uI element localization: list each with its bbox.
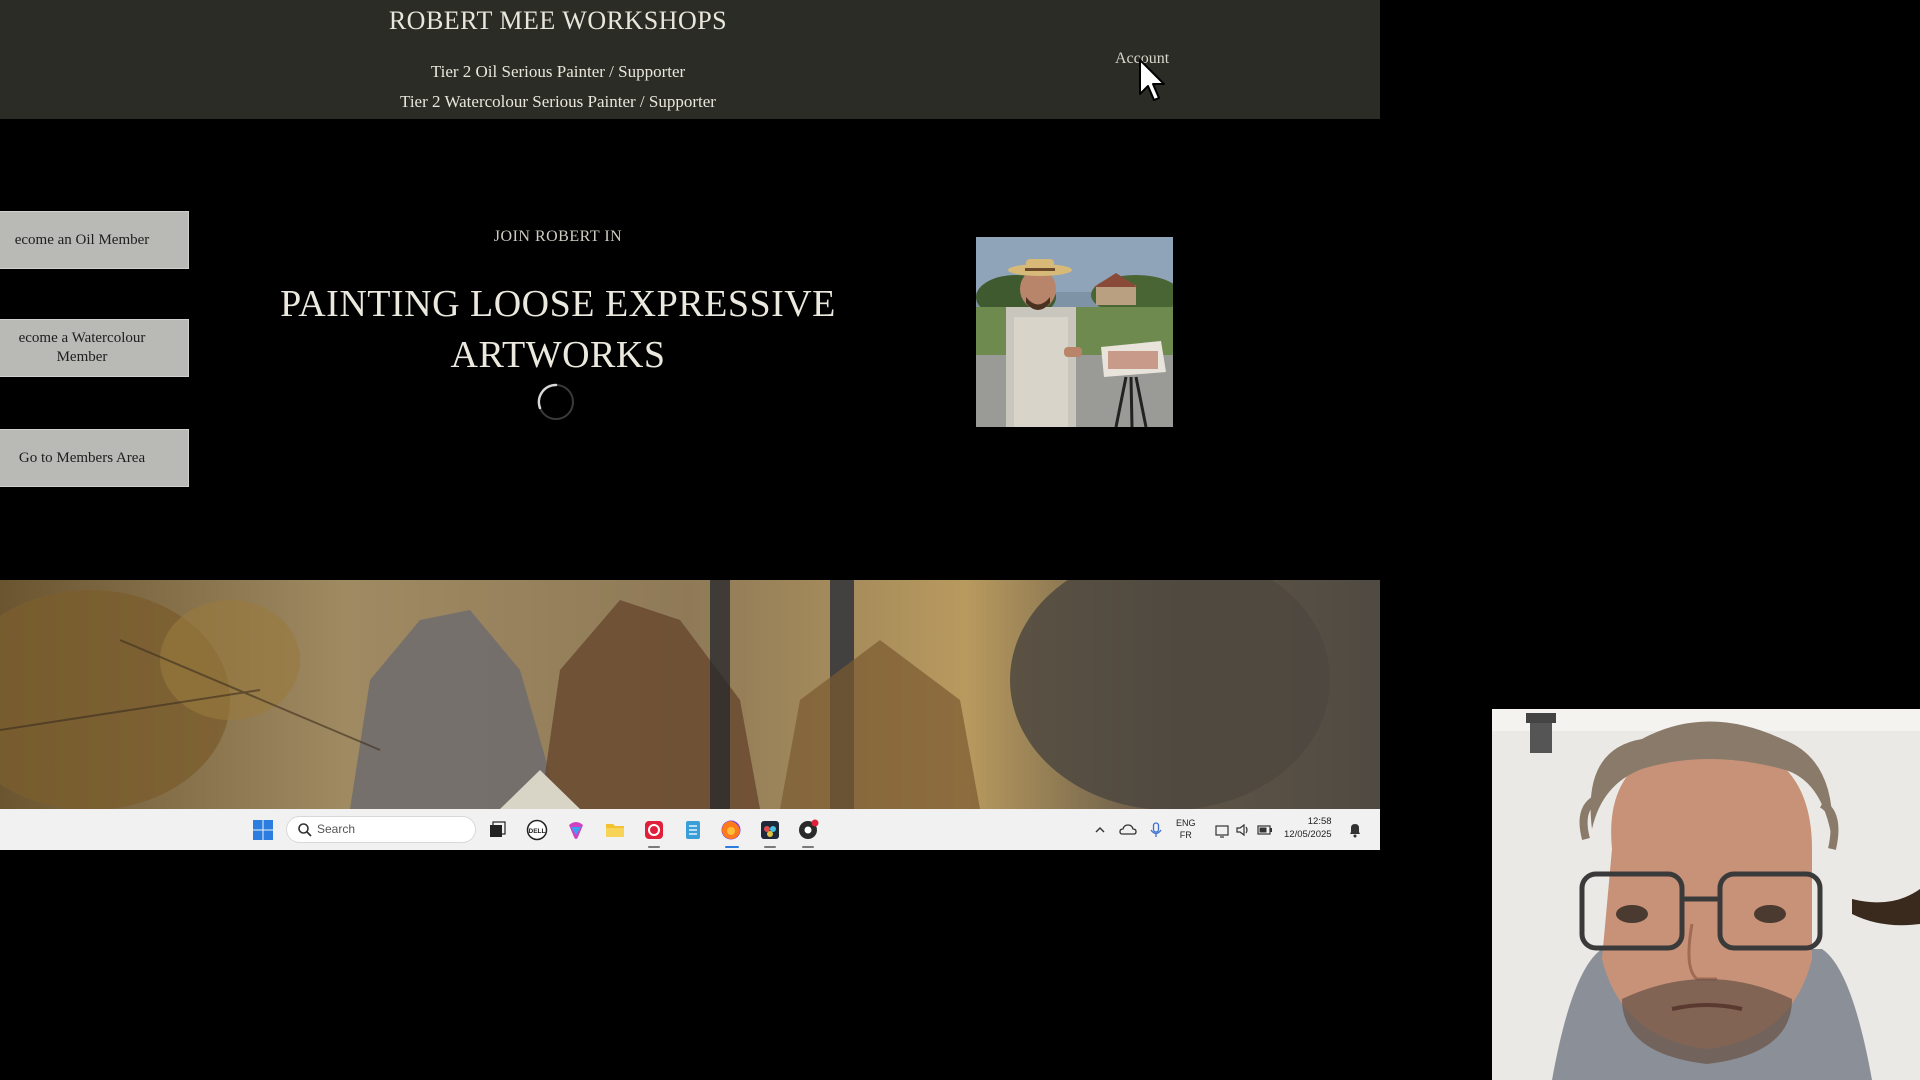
media-app-icon[interactable] xyxy=(643,819,665,841)
davinci-resolve-icon[interactable] xyxy=(759,819,781,841)
volume-icon[interactable] xyxy=(1235,819,1251,841)
task-view-icon[interactable] xyxy=(486,819,508,841)
windows-taskbar: Search DELL ENG FR 12:58 12/05/2025 xyxy=(0,809,1380,850)
davinci-running-indicator xyxy=(764,846,776,848)
members-area-button[interactable]: Go to Members Area xyxy=(0,429,189,487)
clock-date: 12/05/2025 xyxy=(1284,829,1332,840)
windows-start-icon[interactable] xyxy=(252,819,274,841)
language-indicator[interactable]: ENG FR xyxy=(1176,817,1196,841)
microphone-icon[interactable] xyxy=(1148,819,1164,841)
language-primary: ENG xyxy=(1176,818,1196,828)
onedrive-cloud-icon[interactable] xyxy=(1118,819,1138,841)
recording-app-icon[interactable] xyxy=(797,819,819,841)
search-placeholder: Search xyxy=(317,822,356,836)
firefox-active-indicator xyxy=(725,846,739,848)
recording-running-indicator xyxy=(802,846,814,848)
clock-time: 12:58 xyxy=(1307,816,1332,827)
hero-title: PAINTING LOOSE EXPRESSIVE ARTWORKS xyxy=(280,283,836,376)
artist-painting-photo xyxy=(976,237,1173,427)
dell-app-icon[interactable]: DELL xyxy=(526,819,548,841)
notification-bell-icon[interactable] xyxy=(1347,819,1363,841)
firefox-icon[interactable] xyxy=(720,819,742,841)
nav-tier-oil-link[interactable]: Tier 2 Oil Serious Painter / Supporter xyxy=(0,62,1116,82)
search-icon xyxy=(298,823,312,837)
network-icon[interactable] xyxy=(1214,819,1230,841)
become-watercolour-member-label: ecome a Watercolour Member xyxy=(18,330,146,365)
battery-icon[interactable] xyxy=(1256,819,1274,841)
mouse-cursor-icon xyxy=(1139,59,1165,101)
svg-text:DELL: DELL xyxy=(529,828,546,835)
become-watercolour-member-button[interactable]: ecome a Watercolour Member xyxy=(0,319,189,377)
language-secondary: FR xyxy=(1179,830,1192,840)
browser-viewport: ROBERT MEE WORKSHOPS Tier 2 Oil Serious … xyxy=(0,0,1380,850)
media-app-running-indicator xyxy=(648,846,660,848)
copilot-icon[interactable] xyxy=(565,819,587,841)
file-explorer-icon[interactable] xyxy=(604,819,626,841)
hero-kicker: JOIN ROBERT IN xyxy=(493,228,623,245)
taskbar-clock[interactable]: 12:58 12/05/2025 xyxy=(1284,815,1332,841)
webcam-overlay-video xyxy=(1492,709,1920,1080)
taskbar-search-input[interactable]: Search xyxy=(286,816,476,843)
site-header: ROBERT MEE WORKSHOPS Tier 2 Oil Serious … xyxy=(0,0,1380,119)
loading-spinner-icon xyxy=(537,383,574,420)
members-area-label: Go to Members Area xyxy=(18,449,146,466)
nav-tier-watercolour-link[interactable]: Tier 2 Watercolour Serious Painter / Sup… xyxy=(0,92,1116,112)
notepad-icon[interactable] xyxy=(682,819,704,841)
site-brand[interactable]: ROBERT MEE WORKSHOPS xyxy=(0,6,1116,36)
show-hidden-icons-chevron-icon[interactable] xyxy=(1092,819,1108,841)
watercolour-banner-image xyxy=(0,580,1380,809)
